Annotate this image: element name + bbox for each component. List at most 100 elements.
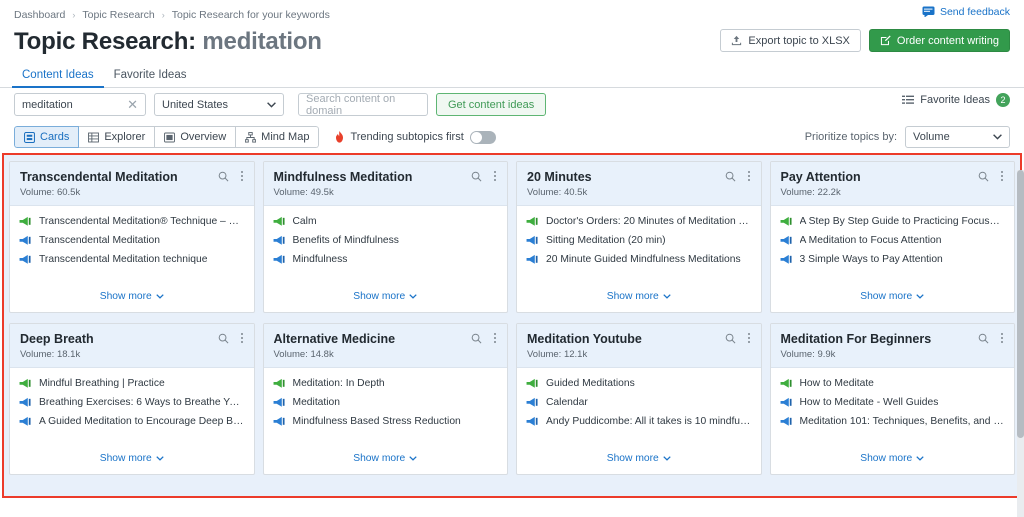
search-icon[interactable] xyxy=(218,171,229,182)
kebab-menu-icon[interactable] xyxy=(998,170,1006,182)
prioritize-topics-select[interactable]: Volume xyxy=(905,126,1010,148)
show-more-button[interactable]: Show more xyxy=(607,291,671,302)
search-icon[interactable] xyxy=(471,333,482,344)
search-icon[interactable] xyxy=(725,333,736,344)
show-more-button[interactable]: Show more xyxy=(860,453,924,464)
clear-keyword-icon[interactable]: ✕ xyxy=(127,98,138,111)
filter-bar: meditation ✕ United States Search conten… xyxy=(0,88,1024,121)
topic-card-7[interactable]: Meditation For Beginners Volume: 9.9k Ho… xyxy=(770,323,1016,475)
topic-card-header: Transcendental Meditation Volume: 60.5k xyxy=(10,162,254,206)
search-icon[interactable] xyxy=(218,333,229,344)
idea-item[interactable]: How to Meditate - Well Guides xyxy=(780,397,1006,408)
idea-item[interactable]: 3 Simple Ways to Pay Attention xyxy=(780,254,1006,265)
view-mode-mind-map-label: Mind Map xyxy=(261,131,309,143)
tab-content-ideas[interactable]: Content Ideas xyxy=(12,70,104,89)
kebab-menu-icon[interactable] xyxy=(238,332,246,344)
country-select[interactable]: United States xyxy=(154,93,284,116)
show-more-button[interactable]: Show more xyxy=(353,291,417,302)
idea-item[interactable]: Transcendental Meditation technique xyxy=(19,254,245,265)
search-icon[interactable] xyxy=(978,333,989,344)
kebab-menu-icon[interactable] xyxy=(491,170,499,182)
idea-item[interactable]: Andy Puddicombe: All it takes is 10 mind… xyxy=(526,416,752,427)
favorite-ideas-count-badge: 2 xyxy=(996,93,1010,107)
keyword-input[interactable]: meditation ✕ xyxy=(14,93,146,116)
search-icon[interactable] xyxy=(978,171,989,182)
kebab-menu-icon[interactable] xyxy=(491,332,499,344)
get-content-ideas-button[interactable]: Get content ideas xyxy=(436,93,546,116)
breadcrumb-item-dashboard[interactable]: Dashboard xyxy=(14,9,65,21)
cards-icon xyxy=(24,132,35,143)
topic-card-4[interactable]: Deep Breath Volume: 18.1k Mindful Breath… xyxy=(9,323,255,475)
idea-item[interactable]: Meditation: In Depth xyxy=(273,378,499,389)
favorite-ideas-button[interactable]: Favorite Ideas 2 xyxy=(902,93,1010,107)
order-content-writing-button[interactable]: Order content writing xyxy=(869,29,1010,52)
view-mode-overview[interactable]: Overview xyxy=(155,126,236,148)
topic-card-header: Deep Breath Volume: 18.1k xyxy=(10,324,254,368)
domain-search-input[interactable]: Search content on domain xyxy=(298,93,428,116)
idea-item[interactable]: Sitting Meditation (20 min) xyxy=(526,235,752,246)
idea-item[interactable]: Breathing Exercises: 6 Ways to Breathe Y… xyxy=(19,397,245,408)
kebab-menu-icon[interactable] xyxy=(745,332,753,344)
idea-item[interactable]: A Step By Step Guide to Practicing Focus… xyxy=(780,216,1006,227)
view-mode-cards[interactable]: Cards xyxy=(14,126,79,148)
kebab-menu-icon[interactable] xyxy=(998,332,1006,344)
topic-card-actions xyxy=(725,332,753,344)
show-more-button[interactable]: Show more xyxy=(353,453,417,464)
show-more-button[interactable]: Show more xyxy=(100,291,164,302)
kebab-menu-icon[interactable] xyxy=(238,170,246,182)
scrollbar-thumb[interactable] xyxy=(1017,170,1024,438)
search-icon[interactable] xyxy=(471,171,482,182)
kebab-menu-icon[interactable] xyxy=(745,170,753,182)
show-more-label: Show more xyxy=(100,291,152,302)
topic-card-header: Meditation Youtube Volume: 12.1k xyxy=(517,324,761,368)
view-mode-explorer[interactable]: Explorer xyxy=(79,126,155,148)
topic-card-1[interactable]: Mindfulness Meditation Volume: 49.5k Cal… xyxy=(263,161,509,313)
idea-item[interactable]: Mindfulness xyxy=(273,254,499,265)
topic-card-0[interactable]: Transcendental Meditation Volume: 60.5k … xyxy=(9,161,255,313)
search-icon[interactable] xyxy=(725,171,736,182)
topic-card-2[interactable]: 20 Minutes Volume: 40.5k Doctor's Orders… xyxy=(516,161,762,313)
view-mode-mind-map[interactable]: Mind Map xyxy=(236,126,319,148)
megaphone-icon xyxy=(19,397,32,408)
show-more-button[interactable]: Show more xyxy=(100,453,164,464)
idea-item[interactable]: A Meditation to Focus Attention xyxy=(780,235,1006,246)
megaphone-icon xyxy=(526,254,539,265)
topic-card-header: Mindfulness Meditation Volume: 49.5k xyxy=(264,162,508,206)
send-feedback-link[interactable]: Send feedback xyxy=(922,6,1010,18)
idea-item[interactable]: How to Meditate xyxy=(780,378,1006,389)
tab-favorite-ideas[interactable]: Favorite Ideas xyxy=(104,70,197,88)
idea-item[interactable]: Transcendental Meditation® Technique – O… xyxy=(19,216,245,227)
idea-item[interactable]: Mindfulness Based Stress Reduction xyxy=(273,416,499,427)
topic-card-5[interactable]: Alternative Medicine Volume: 14.8k Medit… xyxy=(263,323,509,475)
topic-card-3[interactable]: Pay Attention Volume: 22.2k A Step By St… xyxy=(770,161,1016,313)
mindmap-icon xyxy=(245,132,256,143)
idea-item[interactable]: Transcendental Meditation xyxy=(19,235,245,246)
trending-subtopics-toggle[interactable] xyxy=(470,131,496,144)
chevron-down-icon xyxy=(663,294,671,299)
idea-item[interactable]: A Guided Meditation to Encourage Deep Br… xyxy=(19,416,245,427)
breadcrumb-item-topic-research[interactable]: Topic Research xyxy=(82,9,154,21)
idea-item[interactable]: Meditation xyxy=(273,397,499,408)
topic-card-6[interactable]: Meditation Youtube Volume: 12.1k Guided … xyxy=(516,323,762,475)
idea-item[interactable]: Benefits of Mindfulness xyxy=(273,235,499,246)
idea-item[interactable]: Calm xyxy=(273,216,499,227)
idea-item[interactable]: 20 Minute Guided Mindfulness Meditations xyxy=(526,254,752,265)
idea-item[interactable]: Calendar xyxy=(526,397,752,408)
vertical-scrollbar[interactable] xyxy=(1017,170,1024,517)
topic-card-title: Transcendental Meditation xyxy=(20,170,244,184)
content-ideas-grid: Transcendental Meditation Volume: 60.5k … xyxy=(9,161,1015,475)
topic-card-volume: Volume: 12.1k xyxy=(527,349,751,360)
topic-card-actions xyxy=(471,170,499,182)
idea-item[interactable]: Meditation 101: Techniques, Benefits, an… xyxy=(780,416,1006,427)
breadcrumb-item-current[interactable]: Topic Research for your keywords xyxy=(172,9,330,21)
megaphone-icon xyxy=(19,254,32,265)
show-more-button[interactable]: Show more xyxy=(607,453,671,464)
topic-card-actions xyxy=(978,332,1006,344)
topic-card-actions xyxy=(218,332,246,344)
trending-subtopics-toggle-group[interactable]: Trending subtopics first xyxy=(335,131,495,144)
idea-item[interactable]: Doctor's Orders: 20 Minutes of Meditatio… xyxy=(526,216,752,227)
export-xlsx-button[interactable]: Export topic to XLSX xyxy=(720,29,861,52)
idea-item[interactable]: Mindful Breathing | Practice xyxy=(19,378,245,389)
idea-item[interactable]: Guided Meditations xyxy=(526,378,752,389)
show-more-button[interactable]: Show more xyxy=(860,291,924,302)
